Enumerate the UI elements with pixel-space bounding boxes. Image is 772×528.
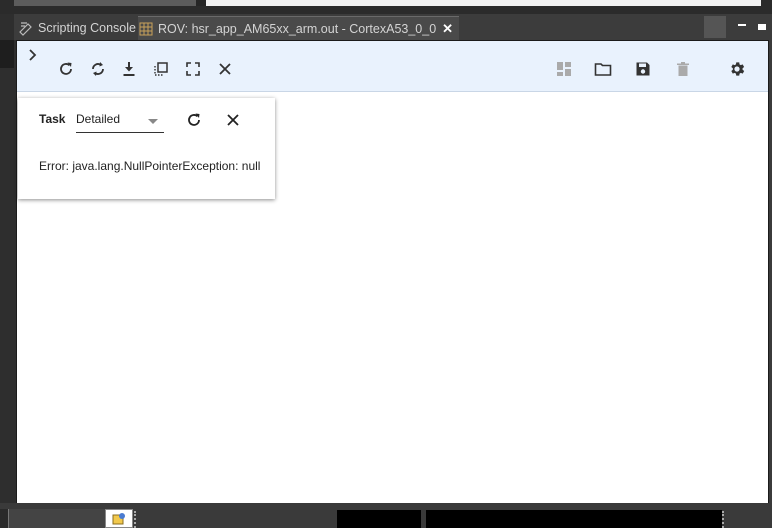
background-window-white bbox=[206, 0, 761, 6]
task-refresh-icon[interactable] bbox=[183, 109, 205, 131]
caret-down-icon bbox=[148, 119, 158, 124]
download-icon[interactable] bbox=[118, 58, 140, 80]
tab-rov-label: ROV: hsr_app_AM65xx_arm.out - CortexA53_… bbox=[158, 22, 437, 36]
rov-toolbar bbox=[17, 41, 768, 92]
fullscreen-icon[interactable] bbox=[182, 58, 204, 80]
view-mode-select[interactable]: Detailed bbox=[76, 108, 164, 133]
dashboard-icon[interactable] bbox=[553, 58, 575, 80]
window-controls bbox=[704, 14, 772, 40]
bottom-bar bbox=[0, 503, 772, 528]
trash-icon[interactable] bbox=[672, 58, 694, 80]
rov-grid-icon bbox=[138, 21, 154, 37]
view-mode-value: Detailed bbox=[76, 112, 121, 126]
task-label: Task bbox=[39, 112, 66, 126]
tab-scripting-console-label: Scripting Console bbox=[38, 21, 136, 35]
refresh-icon[interactable] bbox=[55, 58, 77, 80]
task-panel: Task Detailed Error: java.lang.NullPoint… bbox=[18, 98, 275, 199]
left-gutter bbox=[0, 14, 16, 528]
bottom-gray-block bbox=[8, 509, 106, 528]
copy-select-icon[interactable] bbox=[150, 58, 172, 80]
rov-view: Task Detailed Error: java.lang.NullPoint… bbox=[16, 40, 769, 504]
gear-icon[interactable] bbox=[726, 58, 748, 80]
background-window-divider bbox=[196, 0, 206, 6]
background-window-gray bbox=[14, 0, 196, 6]
close-icon[interactable] bbox=[214, 58, 236, 80]
task-close-icon[interactable] bbox=[222, 109, 244, 131]
bottom-separator bbox=[134, 511, 138, 528]
editor-tab-row: Scripting Console ROV: hsr_app_AM65xx_ar… bbox=[14, 14, 772, 41]
bottom-black-block-2 bbox=[426, 510, 722, 528]
maximize-icon[interactable] bbox=[752, 17, 772, 37]
sync-icon[interactable] bbox=[87, 58, 109, 80]
folder-icon[interactable] bbox=[592, 58, 614, 80]
error-message: Error: java.lang.NullPointerException: n… bbox=[39, 159, 261, 173]
minimize-icon[interactable] bbox=[732, 17, 752, 37]
left-gutter-bar bbox=[0, 40, 14, 68]
tab-close-icon[interactable]: ✕ bbox=[442, 21, 453, 37]
bottom-black-block-1 bbox=[337, 510, 421, 528]
view-menu-button[interactable] bbox=[704, 16, 726, 38]
save-icon[interactable] bbox=[632, 58, 654, 80]
tab-rov[interactable]: ROV: hsr_app_AM65xx_arm.out - CortexA53_… bbox=[138, 16, 460, 41]
background-window-strip bbox=[0, 0, 772, 14]
chevron-right-icon[interactable] bbox=[25, 47, 41, 63]
tab-scripting-console[interactable]: Scripting Console bbox=[18, 16, 136, 40]
debug-app-icon[interactable] bbox=[105, 509, 133, 528]
bottom-left-block bbox=[0, 509, 8, 528]
scripting-console-icon bbox=[18, 20, 34, 36]
bottom-separator-right bbox=[722, 511, 726, 528]
